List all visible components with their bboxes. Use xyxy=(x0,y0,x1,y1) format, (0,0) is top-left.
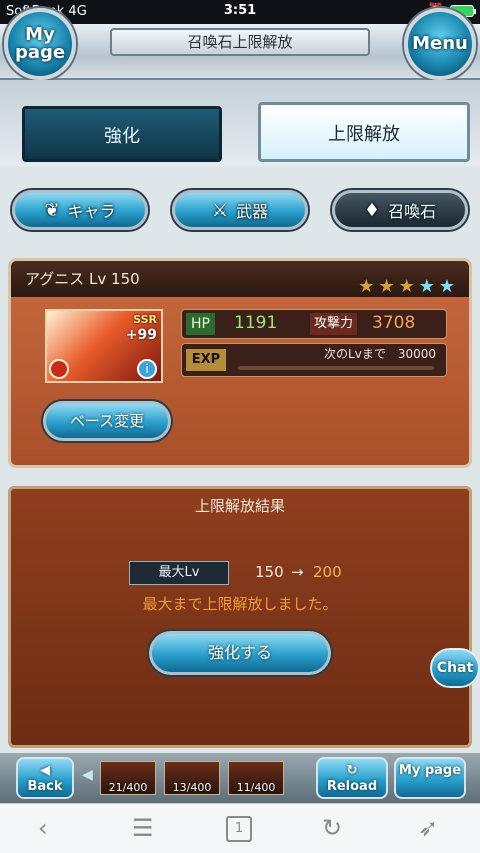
menu-icon[interactable]: ☰ xyxy=(132,814,154,842)
rarity-badge: SSR xyxy=(133,313,157,326)
exp-label: EXP xyxy=(186,349,226,371)
subtab-weapon[interactable]: ⚔ 武器 xyxy=(172,190,308,230)
star-icon: ★ xyxy=(398,276,415,297)
status-bar: SoftBank 4G 3:51 ⏰ xyxy=(0,0,480,24)
level-from: 150 xyxy=(255,563,284,581)
level-to: 200 xyxy=(313,563,342,581)
max-level-label: 最大Lv xyxy=(129,561,229,585)
party-count: 21/400 xyxy=(108,781,148,794)
star-icon: ★ xyxy=(438,276,455,297)
subtab-character-label: キャラ xyxy=(67,202,116,221)
crystal-icon: ♦ xyxy=(363,199,381,221)
star-icon: ★ xyxy=(378,276,395,297)
summon-name-bar: アグニス Lv 150 ★ ★ ★ ★ ★ xyxy=(11,261,469,297)
hp-label: HP xyxy=(186,313,215,335)
reload-icon[interactable]: ↻ xyxy=(322,814,342,842)
mypage-button[interactable]: My page xyxy=(4,8,76,80)
back-icon[interactable]: ‹ xyxy=(38,814,48,842)
game-bottom-bar: ◀ Back ◀ 21/400 13/400 11/400 ↻ Reload M… xyxy=(0,753,480,803)
back-button[interactable]: ◀ Back xyxy=(16,757,74,799)
exp-row: EXP 次のLvまで 30000 xyxy=(181,343,447,377)
subtab-character[interactable]: ❦ キャラ xyxy=(12,190,148,230)
base-change-button[interactable]: ベース変更 xyxy=(43,401,171,441)
star-icon: ★ xyxy=(358,276,375,297)
bottom-mypage-button[interactable]: My page xyxy=(394,757,466,799)
tab-limit-break[interactable]: 上限解放 xyxy=(258,102,470,162)
party-slot[interactable]: 13/400 xyxy=(164,761,220,795)
atk-label: 攻撃力 xyxy=(310,313,358,335)
subtab-summon[interactable]: ♦ 召喚石 xyxy=(332,190,468,230)
menu-button[interactable]: Menu xyxy=(404,8,476,80)
back-arrow-icon: ◀ xyxy=(40,763,50,778)
enhance-button[interactable]: 強化する xyxy=(149,631,331,675)
subtab-summon-label: 召喚石 xyxy=(388,202,437,221)
result-heading: 上限解放結果 xyxy=(194,497,285,515)
summon-name: アグニス Lv 150 xyxy=(25,270,140,288)
subtab-weapon-label: 武器 xyxy=(236,202,269,221)
info-icon[interactable]: i xyxy=(137,359,157,379)
category-tabs: ❦ キャラ ⚔ 武器 ♦ 召喚石 xyxy=(0,180,480,240)
summon-panel: アグニス Lv 150 ★ ★ ★ ★ ★ SSR +99 i HP 1191 … xyxy=(8,258,472,468)
uncap-stars: ★ ★ ★ ★ ★ xyxy=(358,269,455,305)
scroll-left-icon[interactable]: ◀ xyxy=(82,767,93,783)
page-title: 召喚石上限解放 xyxy=(110,28,370,56)
party-slot[interactable]: 11/400 xyxy=(228,761,284,795)
arrow-icon: → xyxy=(291,563,304,581)
party-count: 13/400 xyxy=(172,781,212,794)
hp-value: 1191 xyxy=(234,313,278,333)
main-content: 強化 上限解放 ❦ キャラ ⚔ 武器 ♦ 召喚石 アグニス Lv 150 ★ ★… xyxy=(0,80,480,753)
reload-button[interactable]: ↻ Reload xyxy=(316,757,388,799)
result-panel: 上限解放結果 最大Lv 150 → 200 最大まで上限解放しました。 強化する xyxy=(8,486,472,748)
summon-thumbnail[interactable]: SSR +99 i xyxy=(45,309,163,383)
browser-toolbar: ‹ ☰ 1 ↻ ➶ xyxy=(0,803,480,853)
exp-next: 次のLvまで 30000 xyxy=(324,347,436,361)
fire-element-icon xyxy=(49,359,69,379)
rocket-icon[interactable]: ➶ xyxy=(418,814,438,842)
party-slot[interactable]: 21/400 xyxy=(100,761,156,795)
stat-row: HP 1191 攻撃力 3708 xyxy=(181,309,447,339)
crossed-swords-icon: ⚔ xyxy=(211,199,229,221)
clock: 3:51 xyxy=(223,3,257,18)
tab-bar: 強化 上限解放 xyxy=(0,80,480,166)
tabs-icon[interactable]: 1 xyxy=(226,816,252,842)
result-message: 最大まで上限解放しました。 xyxy=(142,595,338,613)
character-icon: ❦ xyxy=(44,199,60,221)
reload-label: Reload xyxy=(326,779,378,794)
exp-bar xyxy=(238,366,434,370)
atk-value: 3708 xyxy=(372,313,416,333)
tab-enhance[interactable]: 強化 xyxy=(22,106,222,162)
party-count: 11/400 xyxy=(236,781,276,794)
chat-button[interactable]: Chat xyxy=(430,648,480,688)
star-icon: ★ xyxy=(418,276,435,297)
reload-icon: ↻ xyxy=(346,763,358,778)
plus-badge: +99 xyxy=(125,327,157,343)
back-label: Back xyxy=(27,779,63,794)
